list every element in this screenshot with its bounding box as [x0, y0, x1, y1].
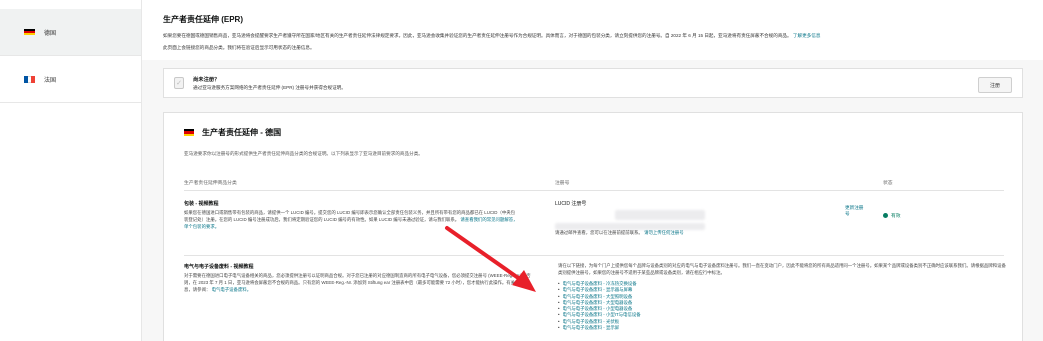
france-flag-icon [24, 75, 36, 83]
notice-subtitle: 通过亚马逊服务方案网络的生产者责任延伸 (EPR) 注册号并获得合规证明。 [193, 85, 346, 90]
country-sidebar: 德国 法国 [0, 0, 142, 341]
germany-flag-icon [24, 28, 35, 36]
column-header-category: 生产者责任延伸商品分类 [184, 181, 237, 186]
status-text: 有效 [891, 214, 901, 219]
blurred-value [555, 223, 705, 230]
germany-flag-icon [184, 129, 194, 136]
packaging-title: 包装 - 视频教程 [184, 200, 519, 207]
sidebar-item-germany[interactable]: 德国 [0, 9, 141, 56]
sidebar-item-label: 德国 [44, 30, 57, 37]
column-header-status: 状态 [883, 181, 893, 186]
page-title: 生产者责任延伸 (EPR) [163, 15, 243, 24]
weee-link-item[interactable]: 电气与电子设备废料 - 显示屏 [558, 325, 641, 331]
table-row-weee: 电气与电子设备废料 - 视频教程 对于需要在德国进口电子电气设备相关的商品，您必… [184, 263, 536, 293]
table-row-packaging: 包装 - 视频教程 如果您在德国进口或销售带有包装的商品，请提供一个 LUCID… [184, 200, 519, 230]
main-content: 生产者责任延伸 (EPR) 如果您要在德国或德国销售商品，亚马逊将会提醒要求生产… [142, 0, 1043, 341]
divider [184, 190, 1004, 191]
sidebar-item-label: 法国 [44, 77, 57, 84]
weee-description: 对于需要在德国进口电子电气设备相关的商品，您必须提供注册号以证明商品合规。对于您… [184, 273, 536, 293]
update-number-link[interactable]: 更新注册号 [845, 205, 865, 217]
packaging-description: 如果您在德国进口或销售带有包装的商品，请提供一个 LUCID 编号。提交您的 L… [184, 210, 519, 230]
germany-epr-card: 生产者责任延伸 - 德国 亚马逊要求你以注册号的形式提供生产者责任延伸商品分类的… [163, 112, 1023, 341]
card-title-text: 生产者责任延伸 - 德国 [202, 128, 282, 137]
checklist-icon: ✓ [174, 77, 184, 89]
registration-notice: ✓ 尚未注册？ 通过亚马逊服务方案网络的生产者责任延伸 (EPR) 注册号并获得… [163, 68, 1023, 98]
active-status-icon [883, 213, 888, 218]
divider [184, 255, 1004, 256]
page-header: 生产者责任延伸 (EPR) 如果您要在德国或德国销售商品，亚马逊将会提醒要求生产… [142, 0, 1043, 60]
weee-link-item[interactable]: 电气与电子设备废料 - 显示器与屏幕 [558, 287, 641, 293]
number-note: 请通过邮件查看，您可以在注册前提前联系。 [555, 230, 643, 235]
upload-link[interactable]: 请勿上传任何注册号 [644, 230, 684, 235]
lucid-number-cell: LUCID 注册号 请通过邮件查看，您可以在注册前提前联系。 请勿上传任何注册号 [555, 200, 805, 235]
packaging-title-text: 包装 - 视频教程 [184, 201, 219, 207]
column-header-number: 注册号 [555, 181, 570, 186]
weee-link-item[interactable]: 电气与电子设备废料 - 小型IT与电信设备 [558, 312, 641, 318]
status-badge: 有效 [883, 212, 901, 219]
blurred-value [615, 210, 705, 220]
weee-link-item[interactable]: 电气与电子设备废料 - 大型照明设备 [558, 294, 641, 300]
description-text-2: 此页面上会链接您的商品分类。我们将在验证后显示可用状态的注册信息。 [163, 45, 315, 50]
weee-number-description: 请在以下链接，为每个门户上提供您每个品牌与设备类别的对应的电气与电子设备废料注册… [558, 263, 1006, 275]
weee-info-link[interactable]: 电气电子设备废料。 [212, 287, 252, 292]
register-button[interactable]: 注册 [978, 77, 1012, 93]
lucid-label: LUCID 注册号 [555, 201, 587, 207]
page-description: 如果您要在德国或德国销售商品，亚马逊将会提醒要求生产者遵守所在国家/地区有关的生… [163, 30, 1028, 54]
notice-title: 尚未注册？ [193, 77, 220, 83]
card-description: 亚马逊要求你以注册号的形式提供生产者责任延伸商品分类的合规证明。以下列表显示了亚… [184, 151, 423, 156]
sidebar-item-france[interactable]: 法国 [0, 56, 141, 103]
weee-category-list: 电气与电子设备废料 - 冷冻热交换设备 电气与电子设备废料 - 显示器与屏幕 电… [558, 281, 641, 331]
card-title: 生产者责任延伸 - 德国 [184, 127, 281, 138]
learn-more-link[interactable]: 了解更多信息 [793, 33, 821, 38]
weee-title: 电气与电子设备废料 - 视频教程 [184, 264, 254, 270]
description-text: 如果您要在德国或德国销售商品，亚马逊将会提醒要求生产者遵守所在国家/地区有关的生… [163, 33, 792, 38]
